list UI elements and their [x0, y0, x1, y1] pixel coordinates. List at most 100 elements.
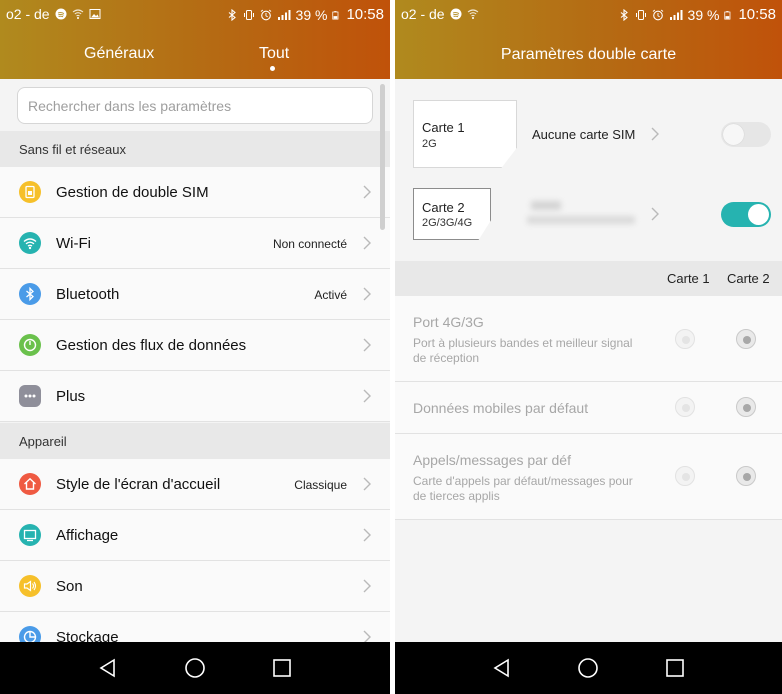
bluetooth-icon — [19, 283, 41, 305]
wifi-icon — [19, 232, 41, 254]
settings-item-storage[interactable]: Stockage — [0, 612, 390, 642]
obscured-operator-info — [527, 201, 635, 224]
sim-card-1-graphic[interactable]: Carte 1 2G — [413, 100, 517, 168]
item-label: Bluetooth — [56, 286, 120, 303]
radio-carte-2[interactable] — [736, 329, 756, 349]
home-icon — [19, 473, 41, 495]
chevron-right-icon — [363, 630, 371, 642]
more-icon — [19, 385, 41, 407]
tab-generaux[interactable]: Généraux — [84, 45, 154, 63]
settings-item-bluetooth[interactable]: Bluetooth Activé — [0, 269, 390, 320]
section-header-wireless: Sans fil et réseaux — [0, 131, 390, 167]
signal-icon — [277, 9, 291, 20]
home-nav-icon[interactable] — [183, 656, 207, 680]
radio-carte-2[interactable] — [736, 397, 756, 417]
sim-card-2-graphic[interactable]: Carte 2 2G/3G/4G — [413, 188, 491, 240]
chevron-right-icon[interactable] — [650, 124, 660, 144]
chevron-right-icon — [363, 528, 371, 542]
option-port-4g-3g: Port 4G/3G Port à plusieurs bandes et me… — [395, 296, 782, 382]
home-nav-icon[interactable] — [576, 656, 600, 680]
settings-item-home-style[interactable]: Style de l'écran d'accueil Classique — [0, 459, 390, 510]
carrier-label: o2 - de — [6, 6, 50, 22]
battery-icon — [724, 10, 731, 19]
signal-icon — [669, 9, 683, 20]
chevron-right-icon — [363, 236, 371, 250]
option-subtitle: Carte d'appels par défaut/messages pour … — [413, 474, 633, 503]
sim-card-network: 2G — [422, 138, 437, 150]
wifi-status-icon — [72, 9, 83, 19]
navigation-bar — [395, 642, 782, 694]
item-label: Gestion de double SIM — [56, 184, 209, 201]
data-usage-icon — [19, 334, 41, 356]
clock: 10:58 — [738, 6, 776, 23]
chevron-right-icon — [363, 185, 371, 199]
status-bar: o2 - de 39 % 10:58 — [395, 0, 782, 28]
recents-icon[interactable] — [270, 656, 294, 680]
dual-sim-icon — [19, 181, 41, 203]
option-default-calls-messages: Appels/messages par déf Carte d'appels p… — [395, 434, 782, 520]
settings-item-wifi[interactable]: Wi-Fi Non connecté — [0, 218, 390, 269]
recents-icon[interactable] — [663, 656, 687, 680]
vibrate-icon — [635, 9, 646, 20]
radio-carte-1[interactable] — [675, 397, 695, 417]
chevron-right-icon — [363, 338, 371, 352]
item-label: Style de l'écran d'accueil — [56, 476, 221, 493]
option-subtitle: Port à plusieurs bandes et meilleur sign… — [413, 336, 633, 365]
chevron-right-icon — [363, 287, 371, 301]
settings-item-data-usage[interactable]: Gestion des flux de données — [0, 320, 390, 371]
page-title: Paramètres double carte — [500, 46, 677, 63]
settings-header: o2 - de 39 % 10:58 Généraux Tout — [0, 0, 390, 79]
carrier-label: o2 - de — [401, 6, 445, 22]
search-input[interactable]: Rechercher dans les paramètres — [17, 87, 373, 124]
dual-card-header: o2 - de 39 % 10:58 Paramètres double car… — [395, 0, 782, 79]
option-default-mobile-data: Données mobiles par défaut — [395, 382, 782, 434]
radio-carte-2[interactable] — [736, 466, 756, 486]
status-bar: o2 - de 39 % 10:58 — [0, 0, 390, 28]
item-label: Stockage — [56, 629, 119, 642]
settings-list[interactable]: Rechercher dans les paramètres Sans fil … — [0, 79, 390, 642]
settings-item-dual-sim[interactable]: Gestion de double SIM — [0, 167, 390, 218]
sim-card-network: 2G/3G/4G — [422, 217, 473, 229]
alarm-icon — [260, 9, 271, 20]
settings-item-sound[interactable]: Son — [0, 561, 390, 612]
settings-tabs: Généraux Tout — [0, 40, 390, 71]
image-notification-icon — [89, 9, 101, 19]
chevron-right-icon[interactable] — [650, 204, 660, 224]
settings-item-display[interactable]: Affichage — [0, 510, 390, 561]
item-value: Classique — [294, 478, 347, 492]
sim-2-toggle[interactable] — [721, 202, 771, 227]
settings-screen: o2 - de 39 % 10:58 Généraux Tout Recherc… — [0, 0, 390, 694]
item-label: Affichage — [56, 527, 119, 544]
section-header-device: Appareil — [0, 423, 390, 459]
item-label: Wi-Fi — [56, 235, 91, 252]
option-title: Port 4G/3G — [413, 314, 484, 330]
item-label: Gestion des flux de données — [56, 337, 247, 354]
sim-card-name: Carte 1 — [422, 120, 465, 135]
radio-carte-1[interactable] — [675, 329, 695, 349]
active-tab-indicator — [270, 66, 275, 71]
back-icon[interactable] — [96, 656, 120, 680]
chevron-right-icon — [363, 477, 371, 491]
settings-item-more[interactable]: Plus — [0, 371, 390, 422]
empty-area — [395, 520, 782, 642]
dual-card-settings-screen: o2 - de 39 % 10:58 Paramètres double car… — [395, 0, 782, 694]
radio-carte-1[interactable] — [675, 466, 695, 486]
chevron-right-icon — [363, 389, 371, 403]
column-label-carte-2: Carte 2 — [727, 271, 770, 286]
item-label: Plus — [56, 388, 86, 405]
battery-label: 39 % — [687, 6, 720, 23]
item-value: Activé — [314, 288, 347, 302]
tab-tout[interactable]: Tout — [259, 45, 289, 63]
sim-card-name: Carte 2 — [422, 200, 465, 215]
sim-column-header: Carte 1 Carte 2 — [395, 261, 782, 296]
back-icon[interactable] — [490, 656, 514, 680]
display-icon — [19, 524, 41, 546]
spotify-icon — [55, 8, 67, 20]
sim-1-toggle[interactable] — [721, 122, 771, 147]
alarm-icon — [652, 9, 663, 20]
column-label-carte-1: Carte 1 — [667, 271, 710, 286]
battery-icon — [332, 10, 339, 19]
item-value: Non connecté — [272, 237, 347, 251]
option-title: Données mobiles par défaut — [413, 400, 589, 416]
scrollbar[interactable] — [380, 84, 385, 230]
